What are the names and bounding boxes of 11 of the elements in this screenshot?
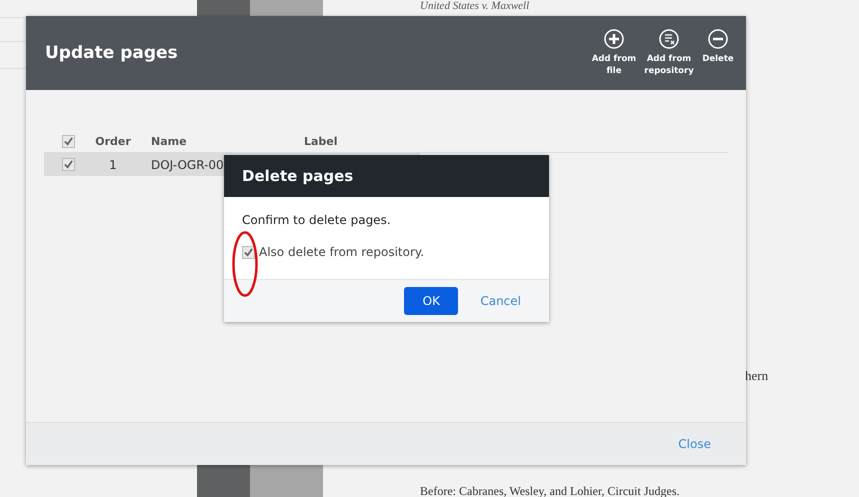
option-label: Also delete from repository. — [259, 245, 424, 259]
table-cell-text: 1 — [108, 158, 118, 172]
dialog-title: Delete pages — [224, 155, 549, 197]
column-header: Name — [150, 134, 188, 148]
table-cell-text: DOJ-OGR-00 — [150, 158, 225, 172]
document-text: hern — [745, 368, 770, 384]
case-caption: United States v. Maxwell — [420, 0, 530, 12]
confirm-message: Confirm to delete pages. — [242, 213, 392, 227]
dialog-title: Update pages — [45, 43, 178, 63]
column-header: Order — [94, 134, 132, 148]
column-header: Label — [303, 134, 339, 148]
